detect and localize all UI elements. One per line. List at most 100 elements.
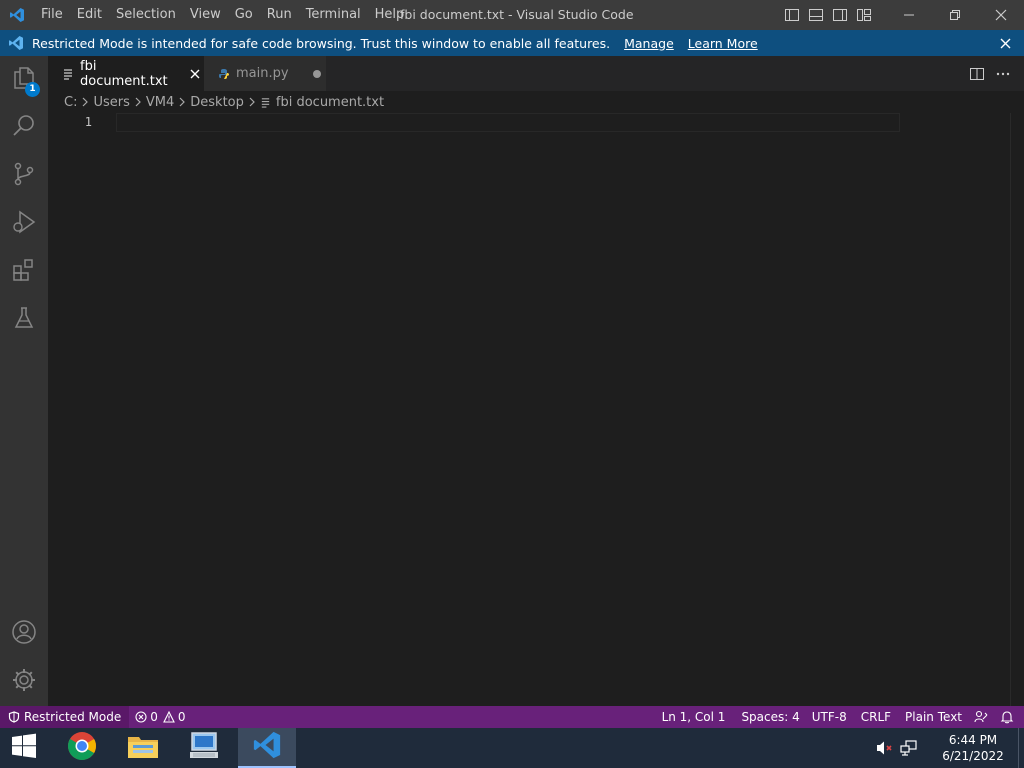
banner-learn-more-link[interactable]: Learn More: [688, 36, 758, 51]
taskbar-chrome[interactable]: [54, 728, 110, 768]
search-button[interactable]: [0, 104, 48, 152]
banner-message: Restricted Mode is intended for safe cod…: [32, 35, 611, 51]
source-control-button[interactable]: [0, 152, 48, 200]
cursor-position-status[interactable]: Ln 1, Col 1: [656, 706, 732, 728]
breadcrumb-item[interactable]: C:: [64, 95, 77, 110]
language-mode-status[interactable]: Plain Text: [899, 706, 968, 728]
flask-icon: [11, 305, 37, 335]
extensions-icon: [11, 257, 37, 287]
start-button[interactable]: [0, 728, 48, 768]
unsaved-dot-icon[interactable]: [309, 69, 326, 79]
taskbar-file-explorer[interactable]: [115, 728, 171, 768]
tab-fbi-document[interactable]: fbi document.txt: [48, 56, 204, 91]
close-window-icon[interactable]: [978, 0, 1024, 30]
restricted-mode-banner: Restricted Mode is intended for safe cod…: [0, 30, 1024, 56]
editor-tabs-bar: fbi document.txt main.py: [48, 56, 1024, 91]
menu-run[interactable]: Run: [260, 0, 299, 30]
clock-date: 6/21/2022: [942, 749, 1004, 763]
warning-icon: [162, 711, 175, 723]
breadcrumb-file-label: fbi document.txt: [275, 94, 385, 110]
toggle-primary-sidebar-icon[interactable]: [780, 0, 804, 30]
taskbar-clock[interactable]: 6:44 PM 6/21/2022: [928, 732, 1018, 764]
activity-bar: 1: [0, 56, 48, 706]
menu-edit[interactable]: Edit: [70, 0, 109, 30]
python-file-icon: [218, 68, 230, 80]
extensions-button[interactable]: [0, 248, 48, 296]
account-icon: [11, 619, 37, 649]
taskbar-vscode[interactable]: [238, 728, 296, 768]
taskbar-remote-desktop[interactable]: [176, 728, 232, 768]
menu-selection[interactable]: Selection: [109, 0, 183, 30]
title-actions: [780, 0, 1024, 30]
line-number: 1: [84, 115, 92, 129]
chevron-right-icon: [248, 97, 256, 107]
encoding-status[interactable]: UTF-8: [806, 706, 853, 728]
chevron-right-icon: [178, 97, 186, 107]
breadcrumb-item[interactable]: VM4: [146, 95, 174, 110]
editor-area[interactable]: 1: [48, 113, 1024, 706]
text-file-icon: [260, 97, 271, 108]
split-editor-icon[interactable]: [964, 56, 990, 91]
system-tray: 6:44 PM 6/21/2022: [876, 728, 1024, 768]
windows-taskbar: 6:44 PM 6/21/2022: [0, 728, 1024, 768]
indentation-status[interactable]: Spaces: 4: [735, 706, 805, 728]
tab-label: main.py: [236, 66, 289, 81]
explorer-button[interactable]: 1: [0, 56, 48, 104]
editor-actions: [964, 56, 1016, 91]
restricted-mode-label: Restricted Mode: [24, 710, 122, 724]
manage-button[interactable]: [0, 658, 48, 706]
source-control-icon: [11, 161, 37, 191]
customize-layout-icon[interactable]: [852, 0, 876, 30]
breadcrumb-item[interactable]: Users: [93, 95, 129, 110]
tab-main-py[interactable]: main.py: [204, 56, 326, 91]
accounts-button[interactable]: [0, 610, 48, 658]
vscode-logo-icon: [0, 35, 32, 51]
problems-status[interactable]: 0 0: [129, 706, 191, 728]
vscode-logo-icon: [0, 0, 34, 30]
error-icon: [135, 711, 147, 723]
more-actions-icon[interactable]: [990, 56, 1016, 91]
show-desktop-button[interactable]: [1018, 728, 1024, 768]
minimize-icon[interactable]: [886, 0, 932, 30]
eol-status[interactable]: CRLF: [855, 706, 897, 728]
run-debug-button[interactable]: [0, 200, 48, 248]
close-tab-icon[interactable]: [186, 69, 204, 79]
chevron-right-icon: [134, 97, 142, 107]
text-file-icon: [62, 68, 74, 80]
chevron-right-icon: [81, 97, 89, 107]
explorer-badge: 1: [25, 82, 40, 97]
feedback-icon[interactable]: [968, 706, 994, 728]
breadcrumb-file[interactable]: fbi document.txt: [260, 95, 384, 110]
toggle-panel-icon[interactable]: [804, 0, 828, 30]
folder-icon: [127, 731, 159, 765]
status-bar: Restricted Mode 0 0 Ln 1, Col 1 Spaces: …: [0, 706, 1024, 728]
vertical-scrollbar[interactable]: [1010, 113, 1024, 706]
network-icon[interactable]: [900, 740, 918, 756]
title-bar: File Edit Selection View Go Run Terminal…: [0, 0, 1024, 30]
breadcrumb: C: Users VM4 Desktop fbi document.txt: [48, 91, 1024, 113]
menu-view[interactable]: View: [183, 0, 228, 30]
banner-close-icon[interactable]: [996, 34, 1014, 52]
menu-help[interactable]: Help: [368, 0, 412, 30]
vscode-logo-icon: [252, 730, 282, 764]
clock-time: 6:44 PM: [948, 733, 998, 747]
toggle-secondary-sidebar-icon[interactable]: [828, 0, 852, 30]
testing-button[interactable]: [0, 296, 48, 344]
run-debug-icon: [11, 209, 37, 239]
windows-logo-icon: [11, 733, 37, 763]
menu-file[interactable]: File: [34, 0, 70, 30]
bell-icon[interactable]: [994, 706, 1020, 728]
menu-go[interactable]: Go: [228, 0, 260, 30]
breadcrumb-item[interactable]: Desktop: [190, 95, 244, 110]
restricted-mode-status[interactable]: Restricted Mode: [0, 706, 130, 728]
shield-icon: [8, 711, 20, 723]
volume-muted-icon[interactable]: [876, 740, 894, 756]
tab-label: fbi document.txt: [80, 58, 168, 89]
menu-terminal[interactable]: Terminal: [299, 0, 368, 30]
error-count: 0: [150, 710, 158, 724]
warning-count: 0: [177, 710, 186, 724]
restore-icon[interactable]: [932, 0, 978, 30]
current-line-highlight[interactable]: [116, 113, 900, 132]
banner-manage-link[interactable]: Manage: [624, 36, 674, 51]
computer-icon: [188, 731, 220, 765]
